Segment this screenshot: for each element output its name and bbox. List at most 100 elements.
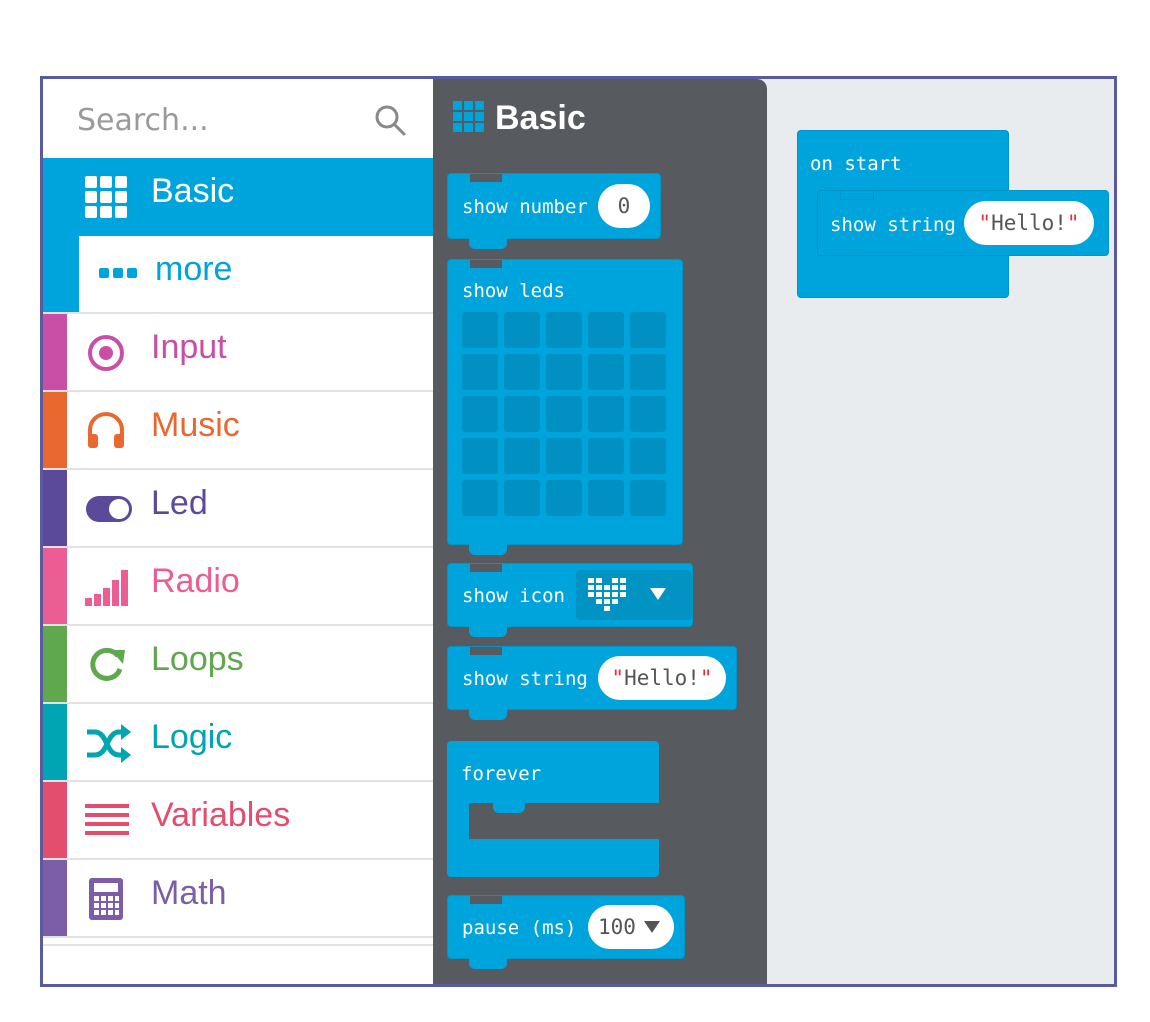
category-label: Logic [151,718,233,756]
show-string-block[interactable]: show string "Hello!" [817,190,1109,256]
category-stripe [43,626,67,702]
show-string-block[interactable]: show string "Hello!" [447,646,737,710]
string-value: Hello! [991,211,1067,235]
led-cell[interactable] [630,480,666,516]
forever-bottom [447,839,659,877]
led-cell[interactable] [588,354,624,390]
grid-icon [85,176,127,218]
led-cell[interactable] [588,396,624,432]
led-cell[interactable] [630,354,666,390]
category-variables[interactable]: Variables [43,782,433,860]
led-cell[interactable] [588,480,624,516]
led-cell[interactable] [504,354,540,390]
string-input[interactable]: "Hello!" [964,201,1094,245]
led-cell[interactable] [504,480,540,516]
block-label: show icon [462,585,565,607]
led-cell[interactable] [504,312,540,348]
category-math[interactable]: Math [43,860,433,938]
category-stripe [43,236,79,312]
calculator-icon [89,878,123,920]
show-leds-block[interactable]: show leds [447,259,683,545]
block-notch [470,174,502,182]
led-cell[interactable] [462,396,498,432]
flyout-title: Basic [453,99,586,138]
headphones-icon [88,412,124,448]
block-label: forever [461,763,542,785]
number-input[interactable]: 0 [598,184,650,228]
refresh-icon [90,647,125,681]
block-tab [469,625,507,637]
led-cell[interactable] [462,354,498,390]
icon-dropdown[interactable] [576,570,692,620]
block-label: show number [462,196,588,218]
heart-icon [588,578,626,611]
string-input[interactable]: "Hello!" [598,656,726,700]
category-label: Math [151,874,227,912]
led-cell[interactable] [462,438,498,474]
category-radio[interactable]: Radio [43,548,433,626]
category-label: Basic [151,172,235,210]
led-cell[interactable] [546,480,582,516]
pause-value: 100 [598,915,636,939]
forever-block[interactable]: forever [447,741,659,877]
led-cell[interactable] [546,438,582,474]
block-tab [469,957,507,969]
category-input[interactable]: Input [43,314,433,392]
chevron-down-icon [644,921,660,933]
quote-mark: " [978,211,992,235]
category-led[interactable]: Led [43,470,433,548]
category-stripe [43,704,67,780]
led-cell[interactable] [504,438,540,474]
category-loops[interactable]: Loops [43,626,433,704]
led-cell[interactable] [504,396,540,432]
list-lines-icon [85,804,129,835]
block-label: show string [462,668,588,690]
divider [43,944,433,946]
category-label: Variables [151,796,291,834]
category-music[interactable]: Music [43,392,433,470]
search-icon[interactable] [373,103,407,137]
block-label: show string [830,214,956,236]
block-label: on start [810,153,902,175]
grid-icon [453,101,484,132]
category-label: Music [151,406,240,444]
led-cell[interactable] [546,396,582,432]
led-cell[interactable] [630,438,666,474]
block-notch [470,260,502,268]
shuffle-icon [87,724,131,763]
search-input[interactable] [75,97,369,143]
block-tab [469,237,507,249]
led-cell[interactable] [462,312,498,348]
blocks-flyout: Basic show number 0 show leds show icon … [433,79,767,984]
pause-dropdown[interactable]: 100 [588,905,674,949]
category-logic[interactable]: Logic [43,704,433,782]
workspace[interactable]: on start show string "Hello!" [767,79,1114,984]
toolbox-sidebar: Basic more Input [43,79,433,984]
show-number-block[interactable]: show number 0 [447,173,661,239]
block-tab [493,803,525,813]
quote-mark: " [699,666,713,690]
category-basic[interactable]: Basic [43,158,433,236]
pause-block[interactable]: pause (ms) 100 [447,895,685,959]
led-cell[interactable] [546,354,582,390]
block-label: pause (ms) [462,917,577,939]
target-icon [88,335,124,371]
chevron-down-icon [650,588,666,600]
category-label: Loops [151,640,244,678]
led-cell[interactable] [462,480,498,516]
led-cell[interactable] [546,312,582,348]
quote-mark: " [1066,211,1080,235]
show-icon-block[interactable]: show icon [447,563,693,627]
category-label: Led [151,484,208,522]
category-stripe [43,548,67,624]
led-cell[interactable] [588,438,624,474]
led-cell[interactable] [630,312,666,348]
category-label: Input [151,328,227,366]
category-more[interactable]: more [43,236,433,314]
led-cell[interactable] [588,312,624,348]
led-cell[interactable] [630,396,666,432]
block-notch [470,564,502,572]
editor-frame: Basic more Input [40,76,1117,987]
search-bar [43,79,433,158]
quote-mark: " [611,666,625,690]
